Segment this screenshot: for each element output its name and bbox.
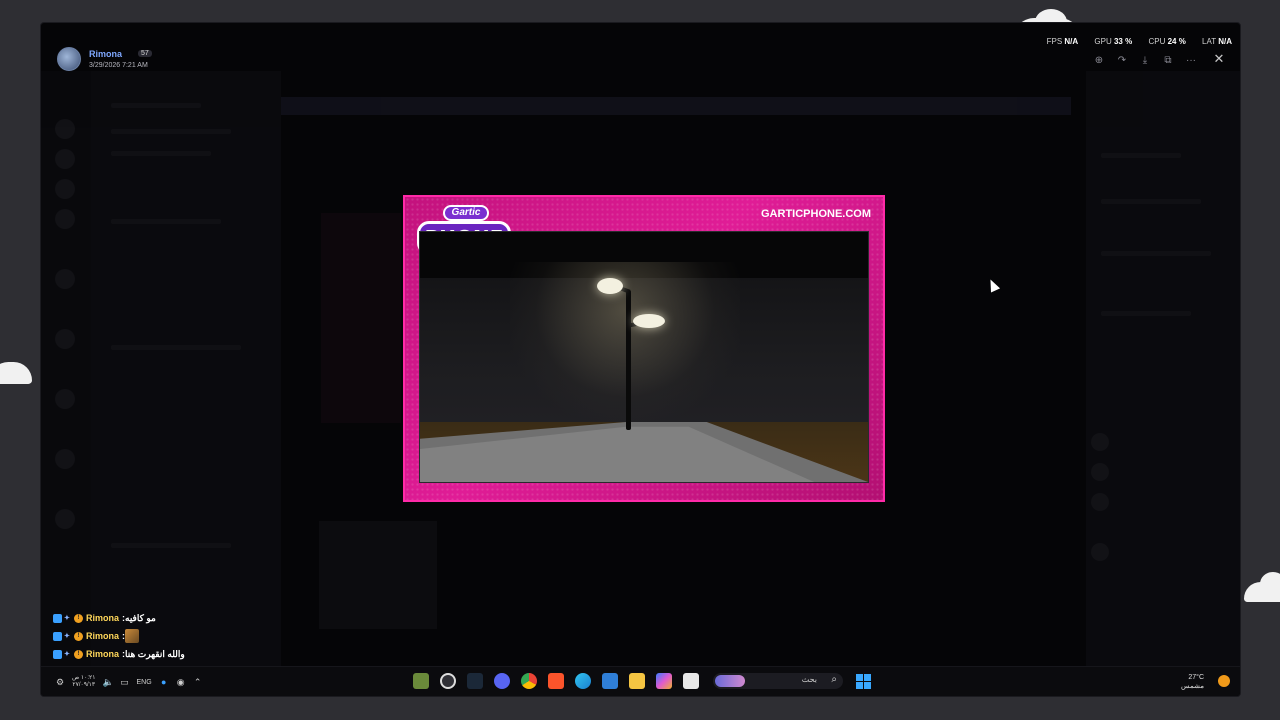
app-icon-obs[interactable] xyxy=(440,673,456,689)
lat-label: LAT xyxy=(1202,37,1216,46)
app-icon-store[interactable] xyxy=(602,673,618,689)
weather-widget[interactable]: 27°C مشمس xyxy=(1181,673,1204,691)
badge-icon: ✦ xyxy=(64,632,70,640)
tray-app-icon[interactable]: ◉ xyxy=(176,677,186,687)
cloud-decoration xyxy=(1260,572,1280,596)
chat-message: مو كافيه xyxy=(125,612,156,623)
app-icon-discord[interactable] xyxy=(494,673,510,689)
chat-line: ✦ ! Rimona : xyxy=(53,627,293,645)
site-url: GARTICPHONE.COM xyxy=(761,208,871,220)
fps-label: FPS xyxy=(1046,37,1063,46)
zoom-in-icon[interactable]: ⊕ xyxy=(1092,53,1106,67)
search-icon: ⌕ xyxy=(831,674,837,685)
lamp-light xyxy=(633,314,665,328)
timestamp: 3/29/2026 7:21 AM xyxy=(89,62,148,69)
language-indicator[interactable]: ENG xyxy=(136,679,151,686)
app-icon-window[interactable] xyxy=(683,673,699,689)
download-icon[interactable]: ⤓ xyxy=(1138,53,1152,67)
badge-icon: ✦ xyxy=(64,650,70,658)
open-external-icon[interactable]: ⧉ xyxy=(1161,53,1175,67)
app-icon-file-explorer[interactable] xyxy=(629,673,645,689)
system-tray: ⚙ ١٠:٢١ ص ٢٧/٠٩/١٣ 🔈 ▭ ENG ● ◉ ⌃ xyxy=(55,675,203,689)
chat-username: Rimona xyxy=(86,631,120,641)
chat-line: ✦ ! Rimona : والله انقهرت هنا xyxy=(53,645,293,663)
clock-date: ٢٧/٠٩/١٣ xyxy=(72,682,96,688)
drawing-canvas xyxy=(419,231,869,483)
badge-icon xyxy=(53,649,62,659)
clock[interactable]: ١٠:٢١ ص ٢٧/٠٩/١٣ xyxy=(72,675,95,689)
username[interactable]: Rimona xyxy=(89,49,122,59)
weather-temp: 27°C xyxy=(1188,674,1204,681)
badge-icon: ✦ xyxy=(64,614,70,622)
chat-emote-image xyxy=(125,629,140,643)
app-icon-edge[interactable] xyxy=(575,673,591,689)
user-badge: 57 xyxy=(138,50,152,57)
chat-message: والله انقهرت هنا xyxy=(125,648,185,659)
clock-time: ١٠:٢١ ص xyxy=(72,675,96,681)
lat-value: N/A xyxy=(1218,37,1232,46)
sun-icon xyxy=(1218,675,1230,687)
app-icon-copilot[interactable] xyxy=(656,673,672,689)
lamp-pole xyxy=(626,290,631,430)
taskbar-search[interactable]: بحث ⌕ xyxy=(713,673,843,689)
lamp-light xyxy=(597,278,623,294)
search-highlight-icon xyxy=(715,675,745,687)
microphone-icon[interactable]: ● xyxy=(159,677,169,687)
weather-desc: مشمس xyxy=(1181,683,1204,690)
cpu-label: CPU xyxy=(1148,37,1166,46)
desktop: Rimona 57 3/29/2026 7:21 AM FPS N/A GPU … xyxy=(0,0,1280,720)
chat-overlay: ✦ ! Rimona : مو كافيه ✦ ! Rimona : ✦ ! R… xyxy=(53,609,293,663)
badge-icon: ! xyxy=(74,613,83,623)
taskbar: ⚙ ١٠:٢١ ص ٢٧/٠٩/١٣ 🔈 ▭ ENG ● ◉ ⌃ بحث ⌕ 2… xyxy=(41,666,1240,696)
fps-value: N/A xyxy=(1064,37,1079,46)
viewer-toolbar: ⊕ ↷ ⤓ ⧉ ··· xyxy=(1092,53,1198,67)
badge-icon xyxy=(53,613,62,623)
display-icon[interactable]: ▭ xyxy=(119,677,129,687)
badge-icon: ! xyxy=(74,631,83,641)
avatar[interactable] xyxy=(57,47,81,71)
gartic-phone-image: Gartic PHONE GARTICPHONE.COM xyxy=(403,195,885,502)
cloud-decoration xyxy=(0,362,32,384)
volume-icon[interactable]: 🔈 xyxy=(102,677,113,687)
app-icon-chrome[interactable] xyxy=(521,673,537,689)
viewer-header: Rimona 57 3/29/2026 7:21 AM FPS N/A GPU … xyxy=(41,23,1240,93)
chat-line: ✦ ! Rimona : مو كافيه xyxy=(53,609,293,627)
windows-start-icon[interactable] xyxy=(856,674,871,689)
app-icon-brave[interactable] xyxy=(548,673,564,689)
chevron-up-icon[interactable]: ⌃ xyxy=(193,677,203,687)
badge-icon xyxy=(53,631,62,641)
forward-icon[interactable]: ↷ xyxy=(1115,53,1129,67)
logo-top-text: Gartic xyxy=(443,205,489,221)
lamp-glow xyxy=(510,262,740,422)
cpu-value: 24 % xyxy=(1167,37,1186,46)
app-icon-game[interactable] xyxy=(413,673,429,689)
gpu-label: GPU xyxy=(1094,37,1112,46)
pinned-apps xyxy=(413,673,699,689)
more-icon[interactable]: ··· xyxy=(1184,53,1198,67)
gpu-value: 33 % xyxy=(1113,37,1133,46)
chat-username: Rimona xyxy=(86,649,120,659)
image-viewer-window: Rimona 57 3/29/2026 7:21 AM FPS N/A GPU … xyxy=(40,22,1241,697)
close-icon[interactable]: ✕ xyxy=(1212,51,1226,66)
performance-overlay: FPS N/A GPU 33 % CPU 24 % LAT N/A xyxy=(1047,37,1232,46)
badge-icon: ! xyxy=(74,649,83,659)
app-icon-steam[interactable] xyxy=(467,673,483,689)
chat-username: Rimona xyxy=(86,613,120,623)
settings-icon[interactable]: ⚙ xyxy=(55,677,65,687)
search-placeholder: بحث xyxy=(801,675,817,684)
